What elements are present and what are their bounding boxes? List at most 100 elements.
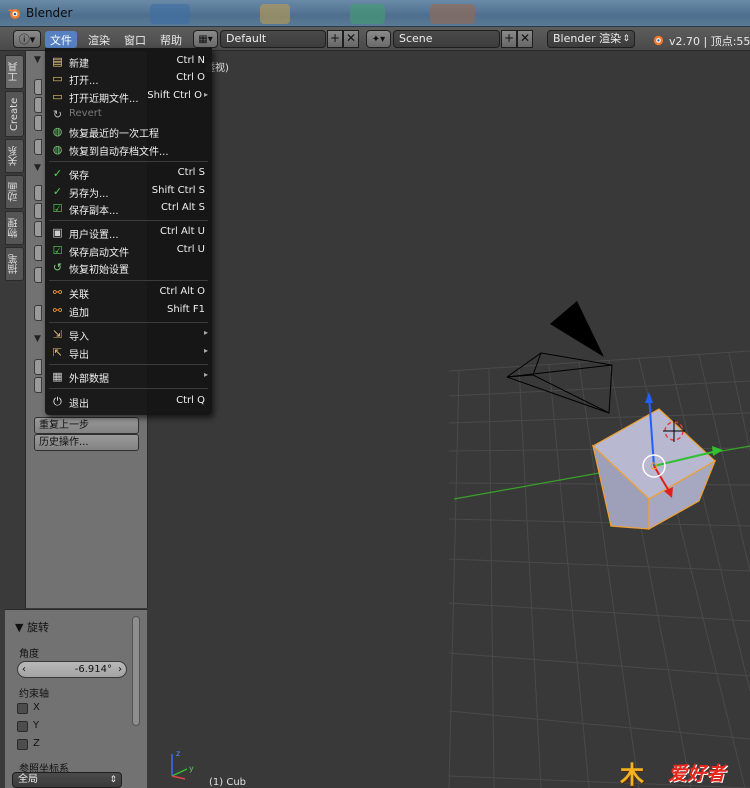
tab-grease-pencil[interactable]: 描笔 — [5, 247, 24, 281]
menu-item-load-factory[interactable]: ↺ 恢复初始设置 — [45, 259, 212, 276]
menu-item-save-startup[interactable]: ☑ 保存启动文件 Ctrl U — [45, 242, 212, 259]
scene-field[interactable]: Scene — [393, 30, 500, 48]
menu-item-user-prefs[interactable]: ▣ 用户设置... Ctrl Alt U — [45, 224, 212, 241]
menu-separator — [49, 220, 208, 221]
shelf-button[interactable] — [34, 377, 42, 393]
site-watermark: 木 爱好者 — [618, 753, 748, 788]
menu-item-save[interactable]: ✓ 保存 Ctrl S — [45, 165, 212, 182]
menu-item-link[interactable]: ⚯ 关联 Ctrl Alt O — [45, 284, 212, 301]
tab-tools[interactable]: 工具 — [5, 55, 24, 89]
angle-field[interactable]: ‹ -6.914° › — [17, 661, 127, 678]
arrow-right-icon[interactable]: › — [118, 662, 122, 677]
add-screen-button[interactable]: + — [327, 30, 343, 48]
menu-window[interactable]: 窗口 — [119, 31, 151, 48]
panel-collapse-icon[interactable]: ▼ — [34, 334, 41, 344]
menu-item-label: 外部数据 — [69, 374, 109, 385]
shelf-button[interactable] — [34, 221, 42, 237]
menu-item-append[interactable]: ⚯ 追加 Shift F1 — [45, 302, 212, 319]
save-copy-icon: ☑ — [52, 202, 63, 215]
new-file-icon: ▤ — [52, 55, 63, 68]
external-data-icon: ▦ — [52, 370, 63, 383]
screen-layout-field[interactable]: Default — [220, 30, 326, 48]
axis-z-checkbox[interactable] — [17, 739, 28, 750]
shelf-button[interactable] — [34, 79, 42, 95]
menu-item-recover-last[interactable]: ◍ 恢复最近的一次工程 — [45, 123, 212, 140]
view-axis-gizmo: z y — [171, 749, 194, 780]
menu-item-new[interactable]: ▤ 新建 Ctrl N — [45, 53, 212, 70]
menu-item-import[interactable]: ⇲ 导入 ▸ — [45, 326, 212, 343]
menu-item-recover-auto[interactable]: ◍ 恢复到自动存档文件... — [45, 141, 212, 158]
editor-type-button[interactable]: ⓘ▾ — [13, 30, 41, 48]
menu-item-quit[interactable]: ⏻ 退出 Ctrl Q — [45, 393, 212, 410]
shelf-button[interactable] — [34, 139, 42, 155]
menu-item-open-recent[interactable]: ▭ 打开近期文件... Shift Ctrl O ▸ — [45, 88, 212, 105]
tab-relations[interactable]: 关系 — [5, 139, 24, 173]
menu-item-external-data[interactable]: ▦ 外部数据 ▸ — [45, 368, 212, 385]
screen-layout-icon-button[interactable]: ▦▾ — [193, 30, 218, 48]
3d-viewport[interactable]: z y 透视) (1) Cub — [149, 51, 750, 788]
menu-item-shortcut: Ctrl Q — [176, 395, 205, 406]
shelf-button[interactable] — [34, 359, 42, 375]
shelf-button[interactable] — [34, 115, 42, 131]
link-icon: ⚯ — [52, 286, 63, 299]
menu-item-label: 恢复到自动存档文件... — [69, 147, 169, 158]
scene-icon-button[interactable]: ✦▾ — [366, 30, 391, 48]
save-as-icon: ✓ — [52, 185, 63, 198]
shelf-button[interactable] — [34, 185, 42, 201]
axis-z-label: Z — [33, 738, 40, 749]
scene-stats: v2.70 | 顶点:555 — [669, 35, 750, 48]
revert-icon: ↻ — [52, 108, 63, 121]
menu-item-shortcut: Shift Ctrl S — [151, 185, 205, 196]
menu-item-label: 打开... — [69, 76, 99, 87]
tab-create[interactable]: Create — [5, 91, 24, 137]
save-startup-icon: ☑ — [52, 244, 63, 257]
submenu-arrow-icon: ▸ — [203, 346, 208, 355]
background-thumbnail — [150, 4, 190, 24]
remove-scene-button[interactable]: ✕ — [517, 30, 533, 48]
open-folder-icon: ▭ — [52, 72, 63, 85]
menu-item-shortcut: Ctrl O — [176, 72, 205, 83]
menu-render[interactable]: 渲染 — [83, 31, 115, 48]
panel-collapse-icon[interactable]: ▼ — [34, 163, 41, 173]
axis-x-checkbox[interactable] — [17, 703, 28, 714]
axis-y-label: Y — [33, 720, 40, 731]
render-engine-select[interactable]: Blender 渲染 ⇕ — [547, 30, 635, 48]
angle-value: -6.914° — [74, 664, 112, 675]
shelf-button[interactable] — [34, 203, 42, 219]
shelf-button[interactable] — [34, 267, 42, 283]
menu-help[interactable]: 帮助 — [155, 31, 187, 48]
tab-animation[interactable]: 动画 — [5, 175, 24, 209]
window-title: Blender — [26, 6, 73, 20]
panel-collapse-icon[interactable]: ▼ — [34, 55, 41, 65]
menu-item-label: 关联 — [69, 290, 89, 301]
updown-arrows-icon: ⇕ — [622, 34, 630, 44]
tab-physics[interactable]: 物理 — [5, 211, 24, 245]
cube-object[interactable] — [591, 392, 723, 531]
axis-y-checkbox[interactable] — [17, 721, 28, 732]
history-button[interactable]: 历史操作... — [34, 434, 139, 451]
scene-icon: ✦▾ — [371, 33, 386, 45]
shelf-button[interactable] — [34, 97, 42, 113]
shelf-button[interactable] — [34, 245, 42, 261]
menu-item-save-copy[interactable]: ☑ 保存副本... Ctrl Alt S — [45, 200, 212, 217]
menu-separator — [49, 388, 208, 389]
menu-file[interactable]: 文件 — [45, 31, 77, 48]
menu-item-label: 导出 — [69, 350, 89, 361]
camera-object[interactable] — [506, 301, 613, 414]
add-scene-button[interactable]: + — [501, 30, 517, 48]
orientation-select[interactable]: 全局 ⇕ — [12, 772, 122, 788]
arrow-left-icon[interactable]: ‹ — [22, 662, 26, 677]
menu-item-label: 恢复最近的一次工程 — [69, 129, 159, 140]
close-icon: ✕ — [519, 31, 531, 45]
repeat-last-button[interactable]: 重复上一步 — [34, 417, 139, 434]
menu-item-save-as[interactable]: ✓ 另存为... Shift Ctrl S — [45, 183, 212, 200]
remove-screen-button[interactable]: ✕ — [343, 30, 359, 48]
shelf-button[interactable] — [34, 305, 42, 321]
menu-item-export[interactable]: ⇱ 导出 ▸ — [45, 344, 212, 361]
window-titlebar: Blender — [0, 0, 750, 27]
menu-item-shortcut: Ctrl S — [177, 167, 205, 178]
save-check-icon: ✓ — [52, 167, 63, 180]
menu-item-open[interactable]: ▭ 打开... Ctrl O — [45, 70, 212, 87]
menu-item-shortcut: Ctrl Alt S — [160, 202, 205, 213]
operator-panel-scrollbar[interactable] — [132, 616, 140, 726]
